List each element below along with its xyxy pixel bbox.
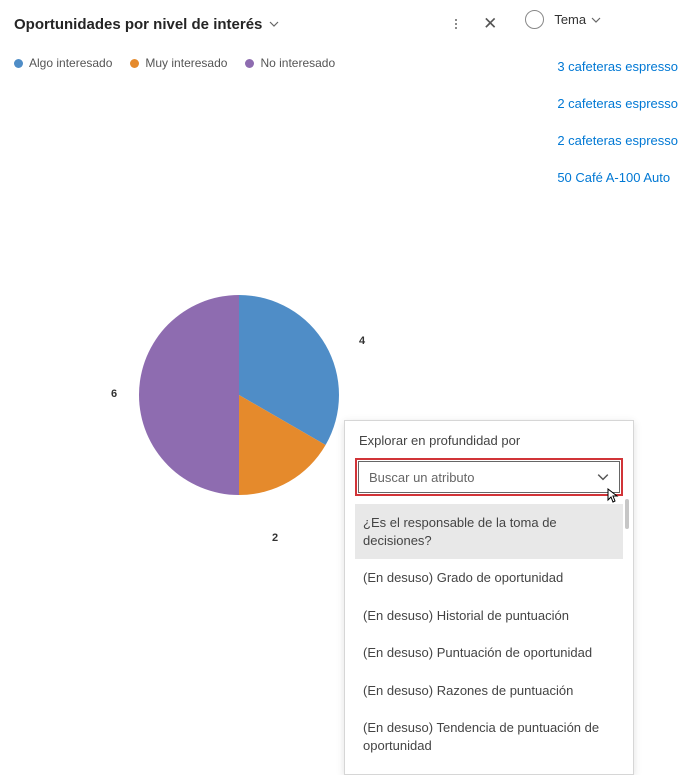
- chevron-down-icon[interactable]: [593, 467, 613, 487]
- legend-swatch: [14, 59, 23, 68]
- pie-chart[interactable]: [129, 285, 349, 505]
- chart-title: Oportunidades por nivel de interés: [14, 16, 262, 33]
- record-list: 3 cafeteras espresso 2 cafeteras espress…: [525, 59, 678, 185]
- legend-swatch: [245, 59, 254, 68]
- legend-label: Muy interesado: [145, 56, 227, 70]
- drilldown-label: Explorar en profundidad por: [355, 433, 623, 448]
- pie-slice-no-interesado[interactable]: [139, 295, 239, 495]
- chart-legend: Algo interesado Muy interesado No intere…: [14, 56, 513, 70]
- legend-item[interactable]: Muy interesado: [130, 56, 227, 70]
- attribute-option[interactable]: ¿Es el responsable de la toma de decisio…: [355, 504, 623, 559]
- cursor-icon: [605, 488, 619, 507]
- close-button[interactable]: ✕: [479, 10, 501, 38]
- record-link[interactable]: 50 Café A-100 Auto: [557, 170, 678, 185]
- scrollbar-thumb[interactable]: [625, 499, 629, 529]
- attribute-option[interactable]: (En desuso) Razones de puntuación: [355, 672, 623, 710]
- record-link[interactable]: 2 cafeteras espresso: [557, 133, 678, 148]
- attribute-option[interactable]: (En desuso) Historial de puntuación: [355, 597, 623, 635]
- select-all-radio[interactable]: [525, 10, 544, 29]
- attribute-option[interactable]: (En desuso) Tendencia de puntuación de o…: [355, 709, 623, 764]
- legend-swatch: [130, 59, 139, 68]
- legend-item[interactable]: Algo interesado: [14, 56, 112, 70]
- column-header-label: Tema: [554, 12, 586, 27]
- data-label: 2: [272, 532, 278, 544]
- legend-item[interactable]: No interesado: [245, 56, 335, 70]
- close-icon: ✕: [483, 14, 497, 33]
- chart-title-dropdown[interactable]: Oportunidades por nivel de interés: [14, 16, 280, 33]
- attribute-option-list: ¿Es el responsable de la toma de decisio…: [355, 504, 623, 764]
- data-label: 6: [111, 388, 117, 400]
- panel-header: Oportunidades por nivel de interés ✕: [14, 10, 513, 38]
- attribute-option[interactable]: (En desuso) Grado de oportunidad: [355, 559, 623, 597]
- attribute-search-input[interactable]: Buscar un atributo: [358, 461, 620, 493]
- more-options-button[interactable]: [451, 15, 461, 33]
- chevron-down-icon: [268, 18, 280, 30]
- record-link[interactable]: 2 cafeteras espresso: [557, 96, 678, 111]
- legend-label: No interesado: [260, 56, 335, 70]
- data-label: 4: [359, 335, 365, 347]
- record-link[interactable]: 3 cafeteras espresso: [557, 59, 678, 74]
- column-header-tema[interactable]: Tema: [554, 12, 602, 27]
- search-placeholder: Buscar un atributo: [369, 470, 475, 485]
- legend-label: Algo interesado: [29, 56, 112, 70]
- attribute-search-highlight: Buscar un atributo: [355, 458, 623, 496]
- chevron-down-icon: [590, 14, 602, 26]
- attribute-option[interactable]: (En desuso) Puntuación de oportunidad: [355, 634, 623, 672]
